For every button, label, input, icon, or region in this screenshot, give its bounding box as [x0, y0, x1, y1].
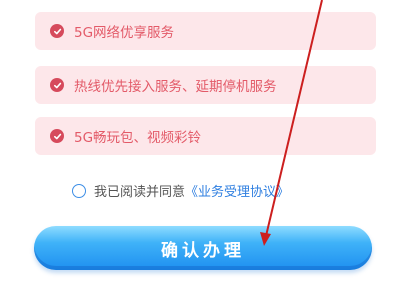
benefit-item-5g-package: 5G畅玩包、视频彩铃: [35, 117, 376, 155]
check-icon: [50, 78, 64, 92]
confirm-button[interactable]: 确认办理: [34, 226, 372, 270]
agreement-text: 我已阅读并同意: [94, 185, 186, 200]
agreement-row: 我已阅读并同意 《业务受理协议》: [72, 181, 289, 200]
agreement-radio[interactable]: [72, 183, 86, 198]
benefit-label: 热线优先接入服务、延期停机服务: [74, 79, 277, 95]
benefit-item-hotline: 热线优先接入服务、延期停机服务: [35, 66, 376, 104]
benefit-item-5g-network: 5G网络优享服务: [35, 12, 376, 50]
benefit-label: 5G畅玩包、视频彩铃: [74, 130, 202, 146]
check-icon: [50, 24, 64, 38]
check-icon: [50, 129, 64, 143]
benefit-label: 5G网络优享服务: [74, 25, 175, 41]
agreement-link[interactable]: 《业务受理协议》: [185, 181, 289, 200]
